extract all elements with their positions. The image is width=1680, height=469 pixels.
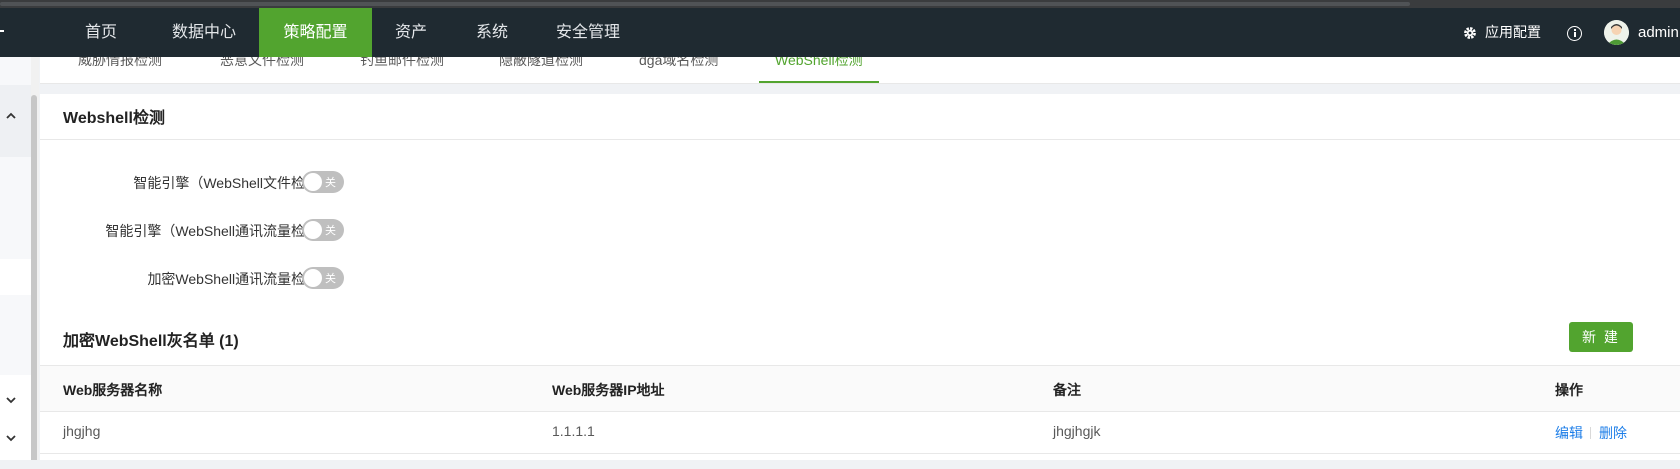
user-name[interactable]: admin xyxy=(1638,8,1679,57)
gear-icon xyxy=(1464,27,1476,40)
nav-item-home[interactable]: 首页 xyxy=(75,8,127,57)
sidebar-item-selected[interactable] xyxy=(0,259,31,295)
column-header-server-ip[interactable]: Web服务器IP地址 xyxy=(552,380,665,400)
toggle-knob xyxy=(304,173,322,191)
top-navigation-bar: 首页 数据中心 策略配置 资产 系统 安全管理 应用配置 admin xyxy=(0,8,1680,57)
toggle-knob xyxy=(304,269,322,287)
nav-item-assets[interactable]: 资产 xyxy=(383,8,439,57)
avatar[interactable] xyxy=(1604,20,1629,45)
bottom-edge xyxy=(0,460,1680,469)
menu-collapse-icon[interactable] xyxy=(0,30,4,32)
section-title: Webshell检测 xyxy=(63,110,165,127)
browser-tab-strip xyxy=(0,0,1680,8)
toggle-encrypted-webshell-detection[interactable]: 关 xyxy=(302,267,344,289)
cell-note: jhgjhgjk xyxy=(1053,423,1101,439)
app-config-label: 应用配置 xyxy=(1485,24,1541,40)
detection-tabs: 威胁情报检测 恶意文件检测 钓鱼邮件检测 隐蔽隧道检测 dga域名检测 WebS… xyxy=(40,57,1680,84)
user-avatar-icon xyxy=(1604,20,1629,45)
column-header-server-name[interactable]: Web服务器名称 xyxy=(63,380,162,400)
app-config-button[interactable]: 应用配置 xyxy=(1463,8,1541,57)
edit-link[interactable]: 编辑 xyxy=(1555,423,1583,443)
tab-webshell-detection[interactable]: WebShell检测 xyxy=(775,57,863,70)
chevron-down-icon[interactable] xyxy=(6,395,16,405)
column-header-note[interactable]: 备注 xyxy=(1053,380,1081,400)
info-icon[interactable] xyxy=(1567,26,1582,41)
nav-item-data-center[interactable]: 数据中心 xyxy=(160,8,248,57)
table-header: Web服务器名称 Web服务器IP地址 备注 操作 xyxy=(40,365,1680,412)
toggle-state-text: 关 xyxy=(325,273,336,285)
sidebar-item[interactable] xyxy=(0,295,31,375)
main-content: 威胁情报检测 恶意文件检测 钓鱼邮件检测 隐蔽隧道检测 dga域名检测 WebS… xyxy=(40,57,1680,469)
toggle-state-text: 关 xyxy=(325,225,336,237)
table-row: jhgjhg 1.1.1.1 jhgjhgjk 编辑 删除 xyxy=(40,411,1680,454)
toggle-state-text: 关 xyxy=(325,177,336,189)
tab-threat-intel-detection[interactable]: 威胁情报检测 xyxy=(78,57,162,70)
graylist-title: 加密WebShell灰名单 (1) xyxy=(63,333,239,350)
cell-server-ip: 1.1.1.1 xyxy=(552,423,595,439)
browser-tab xyxy=(0,2,1410,6)
sidebar-group-header[interactable] xyxy=(0,85,31,157)
nav-item-system[interactable]: 系统 xyxy=(466,8,518,57)
cell-server-name: jhgjhg xyxy=(63,423,101,439)
nav-item-security-management[interactable]: 安全管理 xyxy=(550,8,626,57)
delete-link[interactable]: 删除 xyxy=(1599,423,1627,443)
sidebar-item[interactable] xyxy=(0,57,31,85)
column-header-actions: 操作 xyxy=(1555,382,1583,398)
toggle-webshell-file-detection[interactable]: 关 xyxy=(302,171,344,193)
tab-covert-tunnel-detection[interactable]: 隐蔽隧道检测 xyxy=(499,57,583,70)
toggle-knob xyxy=(304,221,322,239)
tab-malicious-file-detection[interactable]: 恶意文件检测 xyxy=(220,57,304,70)
tab-content-gap xyxy=(40,84,1680,94)
new-button[interactable]: 新 建 xyxy=(1569,322,1633,352)
chevron-up-icon[interactable] xyxy=(6,111,16,121)
setting-label-text: 加密WebShell通讯流量检测 xyxy=(147,271,320,287)
divider xyxy=(40,139,1680,140)
scrollbar-thumb[interactable] xyxy=(31,95,37,465)
tab-phishing-email-detection[interactable]: 钓鱼邮件检测 xyxy=(360,57,444,70)
left-sidebar xyxy=(0,57,32,469)
active-tab-indicator xyxy=(759,81,879,83)
chevron-down-icon[interactable] xyxy=(6,433,16,443)
nav-item-policy-config[interactable]: 策略配置 xyxy=(259,8,372,57)
action-separator xyxy=(1590,427,1591,439)
toggle-webshell-traffic-detection[interactable]: 关 xyxy=(302,219,344,241)
tab-dga-domain-detection[interactable]: dga域名检测 xyxy=(639,57,718,70)
